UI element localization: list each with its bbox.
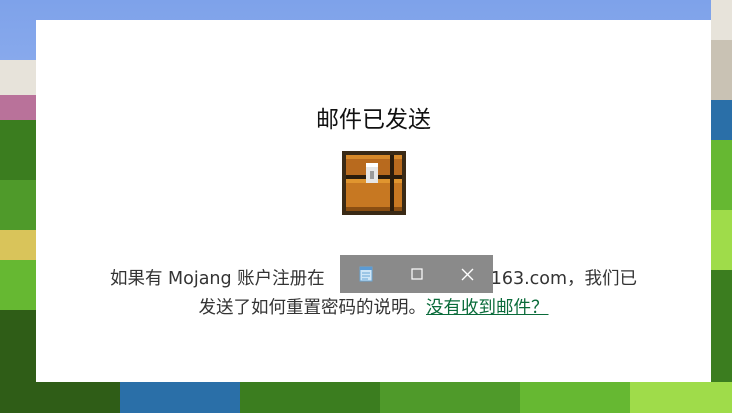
notepad-icon[interactable]	[340, 255, 391, 293]
treasure-chest-icon	[342, 151, 406, 215]
close-icon	[461, 268, 474, 280]
close-button[interactable]	[442, 255, 493, 293]
email-sent-dialog: 邮件已发送 如果有 Mojang 账户注册在 163.com，我们已 发送了如何重…	[36, 20, 711, 382]
window-snap-bar	[340, 255, 493, 293]
message-email-tail: 163.com，我们已	[490, 269, 638, 289]
dialog-title: 邮件已发送	[316, 107, 431, 133]
message-line-1: 如果有 Mojang 账户注册在	[109, 269, 325, 289]
maximize-icon	[410, 268, 423, 280]
maximize-button[interactable]	[391, 255, 442, 293]
message-line-2: 发送了如何重置密码的说明。	[198, 298, 427, 318]
didnt-receive-email-link[interactable]: 没有收到邮件？	[426, 298, 549, 318]
